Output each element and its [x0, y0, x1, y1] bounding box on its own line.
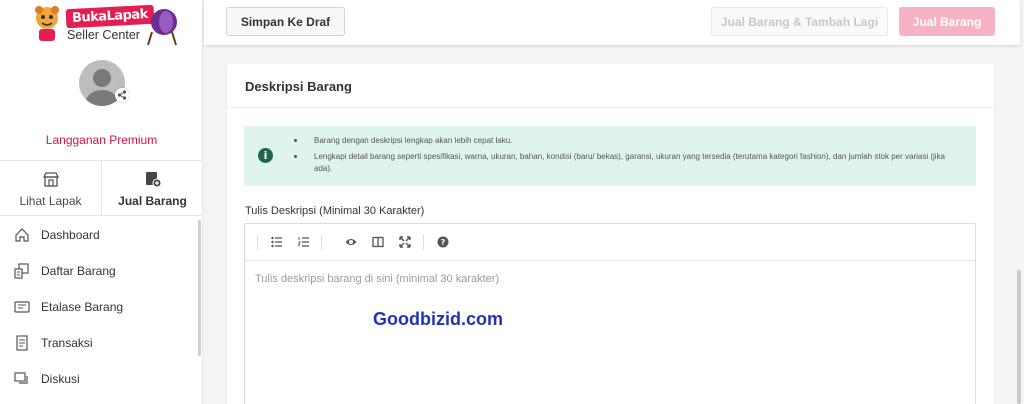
- page-scrollbar[interactable]: [1017, 270, 1021, 404]
- tab-label: Lihat Lapak: [19, 194, 82, 208]
- toolbar-separator: [321, 235, 322, 250]
- sidebar-item-label: Transaksi: [41, 336, 93, 350]
- mascot-icon: [35, 6, 59, 41]
- save-draft-button[interactable]: Simpan Ke Draf: [226, 7, 345, 36]
- description-editor[interactable]: ? Tulis deskripsi barang di sini (minima…: [244, 223, 976, 404]
- sidebar-tabs: Lihat Lapak Jual Barang: [0, 160, 203, 216]
- description-label: Tulis Deskripsi (Minimal 30 Karakter): [245, 205, 425, 217]
- sidebar: BukaLapak Seller Center Langganan Premiu…: [0, 0, 203, 404]
- sidebar-item-dashboard[interactable]: Dashboard: [0, 217, 198, 253]
- tab-label: Jual Barang: [118, 194, 187, 208]
- sell-item-icon: [145, 172, 161, 187]
- editor-toolbar: ?: [245, 224, 975, 261]
- fullscreen-icon[interactable]: [399, 236, 411, 248]
- svg-text:?: ?: [441, 238, 446, 247]
- action-bar: Simpan Ke Draf Jual Barang & Tambah Lagi…: [204, 0, 1020, 45]
- store-icon: [42, 172, 59, 187]
- sell-button[interactable]: Jual Barang: [899, 7, 995, 36]
- section-title: Deskripsi Barang: [245, 79, 352, 94]
- watermark-text: Goodbizid.com: [373, 309, 503, 329]
- toolbar-separator: [257, 235, 258, 250]
- sidebar-item-label: Diskusi: [41, 372, 80, 386]
- sidebar-item-label: Dashboard: [41, 228, 100, 242]
- help-icon[interactable]: ?: [437, 236, 449, 248]
- subscription-link[interactable]: Langganan Premium: [0, 133, 203, 147]
- description-card: Deskripsi Barang i Barang dengan deskrip…: [227, 64, 994, 404]
- tip-item: Barang dengan deskripsi lengkap akan leb…: [294, 135, 959, 147]
- toolbar-separator: [423, 235, 424, 250]
- tips-list: Barang dengan deskripsi lengkap akan leb…: [294, 135, 959, 179]
- numbered-list-icon[interactable]: [298, 236, 310, 248]
- drum-icon: [147, 9, 177, 46]
- share-icon[interactable]: [115, 88, 129, 102]
- sidebar-item-daftar-barang[interactable]: Daftar Barang: [0, 253, 198, 289]
- showcase-icon: [14, 301, 30, 313]
- sidebar-item-transaksi[interactable]: Transaksi: [0, 325, 198, 361]
- sidebar-item-diskusi[interactable]: Diskusi: [0, 361, 198, 397]
- brand-subtitle: Seller Center: [67, 28, 140, 42]
- tab-jual-barang[interactable]: Jual Barang: [101, 161, 203, 215]
- bullet-list-icon[interactable]: [271, 236, 283, 248]
- preview-icon[interactable]: [345, 236, 357, 248]
- sidebar-scrollbar[interactable]: [198, 220, 201, 356]
- sidebar-item-etalase-barang[interactable]: Etalase Barang: [0, 289, 198, 325]
- transaction-icon: [16, 335, 28, 351]
- sidebar-item-label: Etalase Barang: [41, 300, 124, 314]
- brand-wordmark: BukaLapak: [65, 4, 155, 29]
- brand-logo[interactable]: BukaLapak Seller Center: [30, 4, 180, 46]
- sell-and-add-button[interactable]: Jual Barang & Tambah Lagi: [711, 7, 888, 36]
- sidebar-item-label: Daftar Barang: [41, 264, 116, 278]
- home-icon: [15, 228, 29, 242]
- info-icon: i: [258, 148, 273, 163]
- tab-lihat-lapak[interactable]: Lihat Lapak: [0, 161, 101, 215]
- info-box: i Barang dengan deskripsi lengkap akan l…: [244, 126, 976, 186]
- chat-icon: [14, 372, 28, 384]
- divider: [227, 107, 994, 108]
- side-by-side-icon[interactable]: [372, 236, 384, 248]
- product-list-icon: [14, 263, 29, 279]
- description-placeholder: Tulis deskripsi barang di sini (minimal …: [255, 273, 500, 285]
- tip-item: Lengkapi detail barang seperti spesifika…: [294, 151, 959, 175]
- sidebar-menu: Dashboard Daftar Barang Etalase Barang T…: [0, 217, 198, 397]
